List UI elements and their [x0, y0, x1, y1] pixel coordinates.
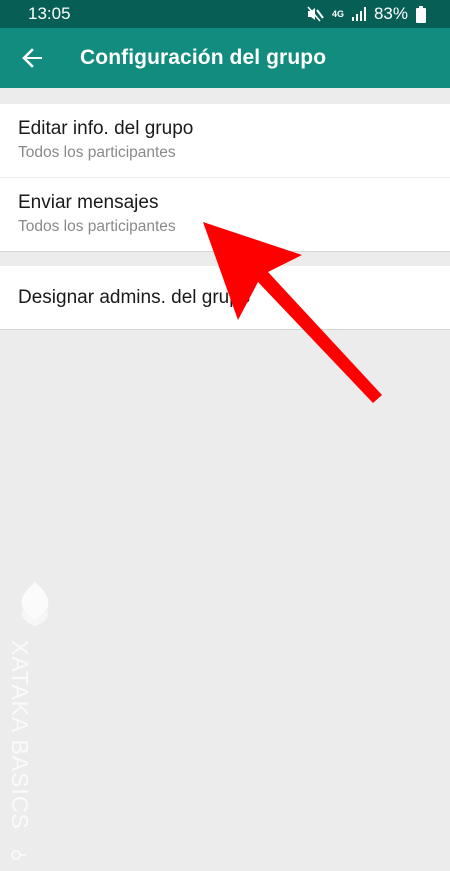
status-time: 13:05 — [28, 4, 71, 23]
setting-title: Designar admins. del grupo — [18, 287, 251, 308]
setting-edit-group-info[interactable]: Editar info. del grupo Todos los partici… — [0, 104, 450, 178]
page-title: Configuración del grupo — [80, 46, 327, 69]
back-button[interactable] — [2, 28, 62, 88]
setting-title: Editar info. del grupo — [18, 118, 194, 139]
setting-subtitle: Todos los participantes — [18, 144, 176, 161]
signal-icon — [351, 7, 366, 21]
network-4g-icon: 4G — [331, 8, 344, 19]
mute-icon — [307, 6, 324, 22]
battery-percent: 83% — [373, 4, 408, 23]
setting-subtitle: Todos los participantes — [18, 218, 176, 235]
settings-section-admins: Designar admins. del grupo — [0, 266, 450, 330]
app-bar: Configuración del grupo — [0, 28, 450, 88]
setting-send-messages[interactable]: Enviar mensajes Todos los participantes — [0, 178, 450, 252]
status-bar: 13:05 4G 83% — [0, 0, 450, 28]
setting-designate-admins[interactable]: Designar admins. del grupo — [0, 266, 450, 330]
status-icons: 4G 83% — [306, 4, 426, 24]
setting-title: Enviar mensajes — [18, 192, 159, 213]
arrow-back-icon — [22, 48, 42, 68]
watermark-text: XATAKA BASICS — [7, 640, 33, 830]
battery-icon — [416, 5, 426, 23]
settings-section-main: Editar info. del grupo Todos los partici… — [0, 104, 450, 252]
